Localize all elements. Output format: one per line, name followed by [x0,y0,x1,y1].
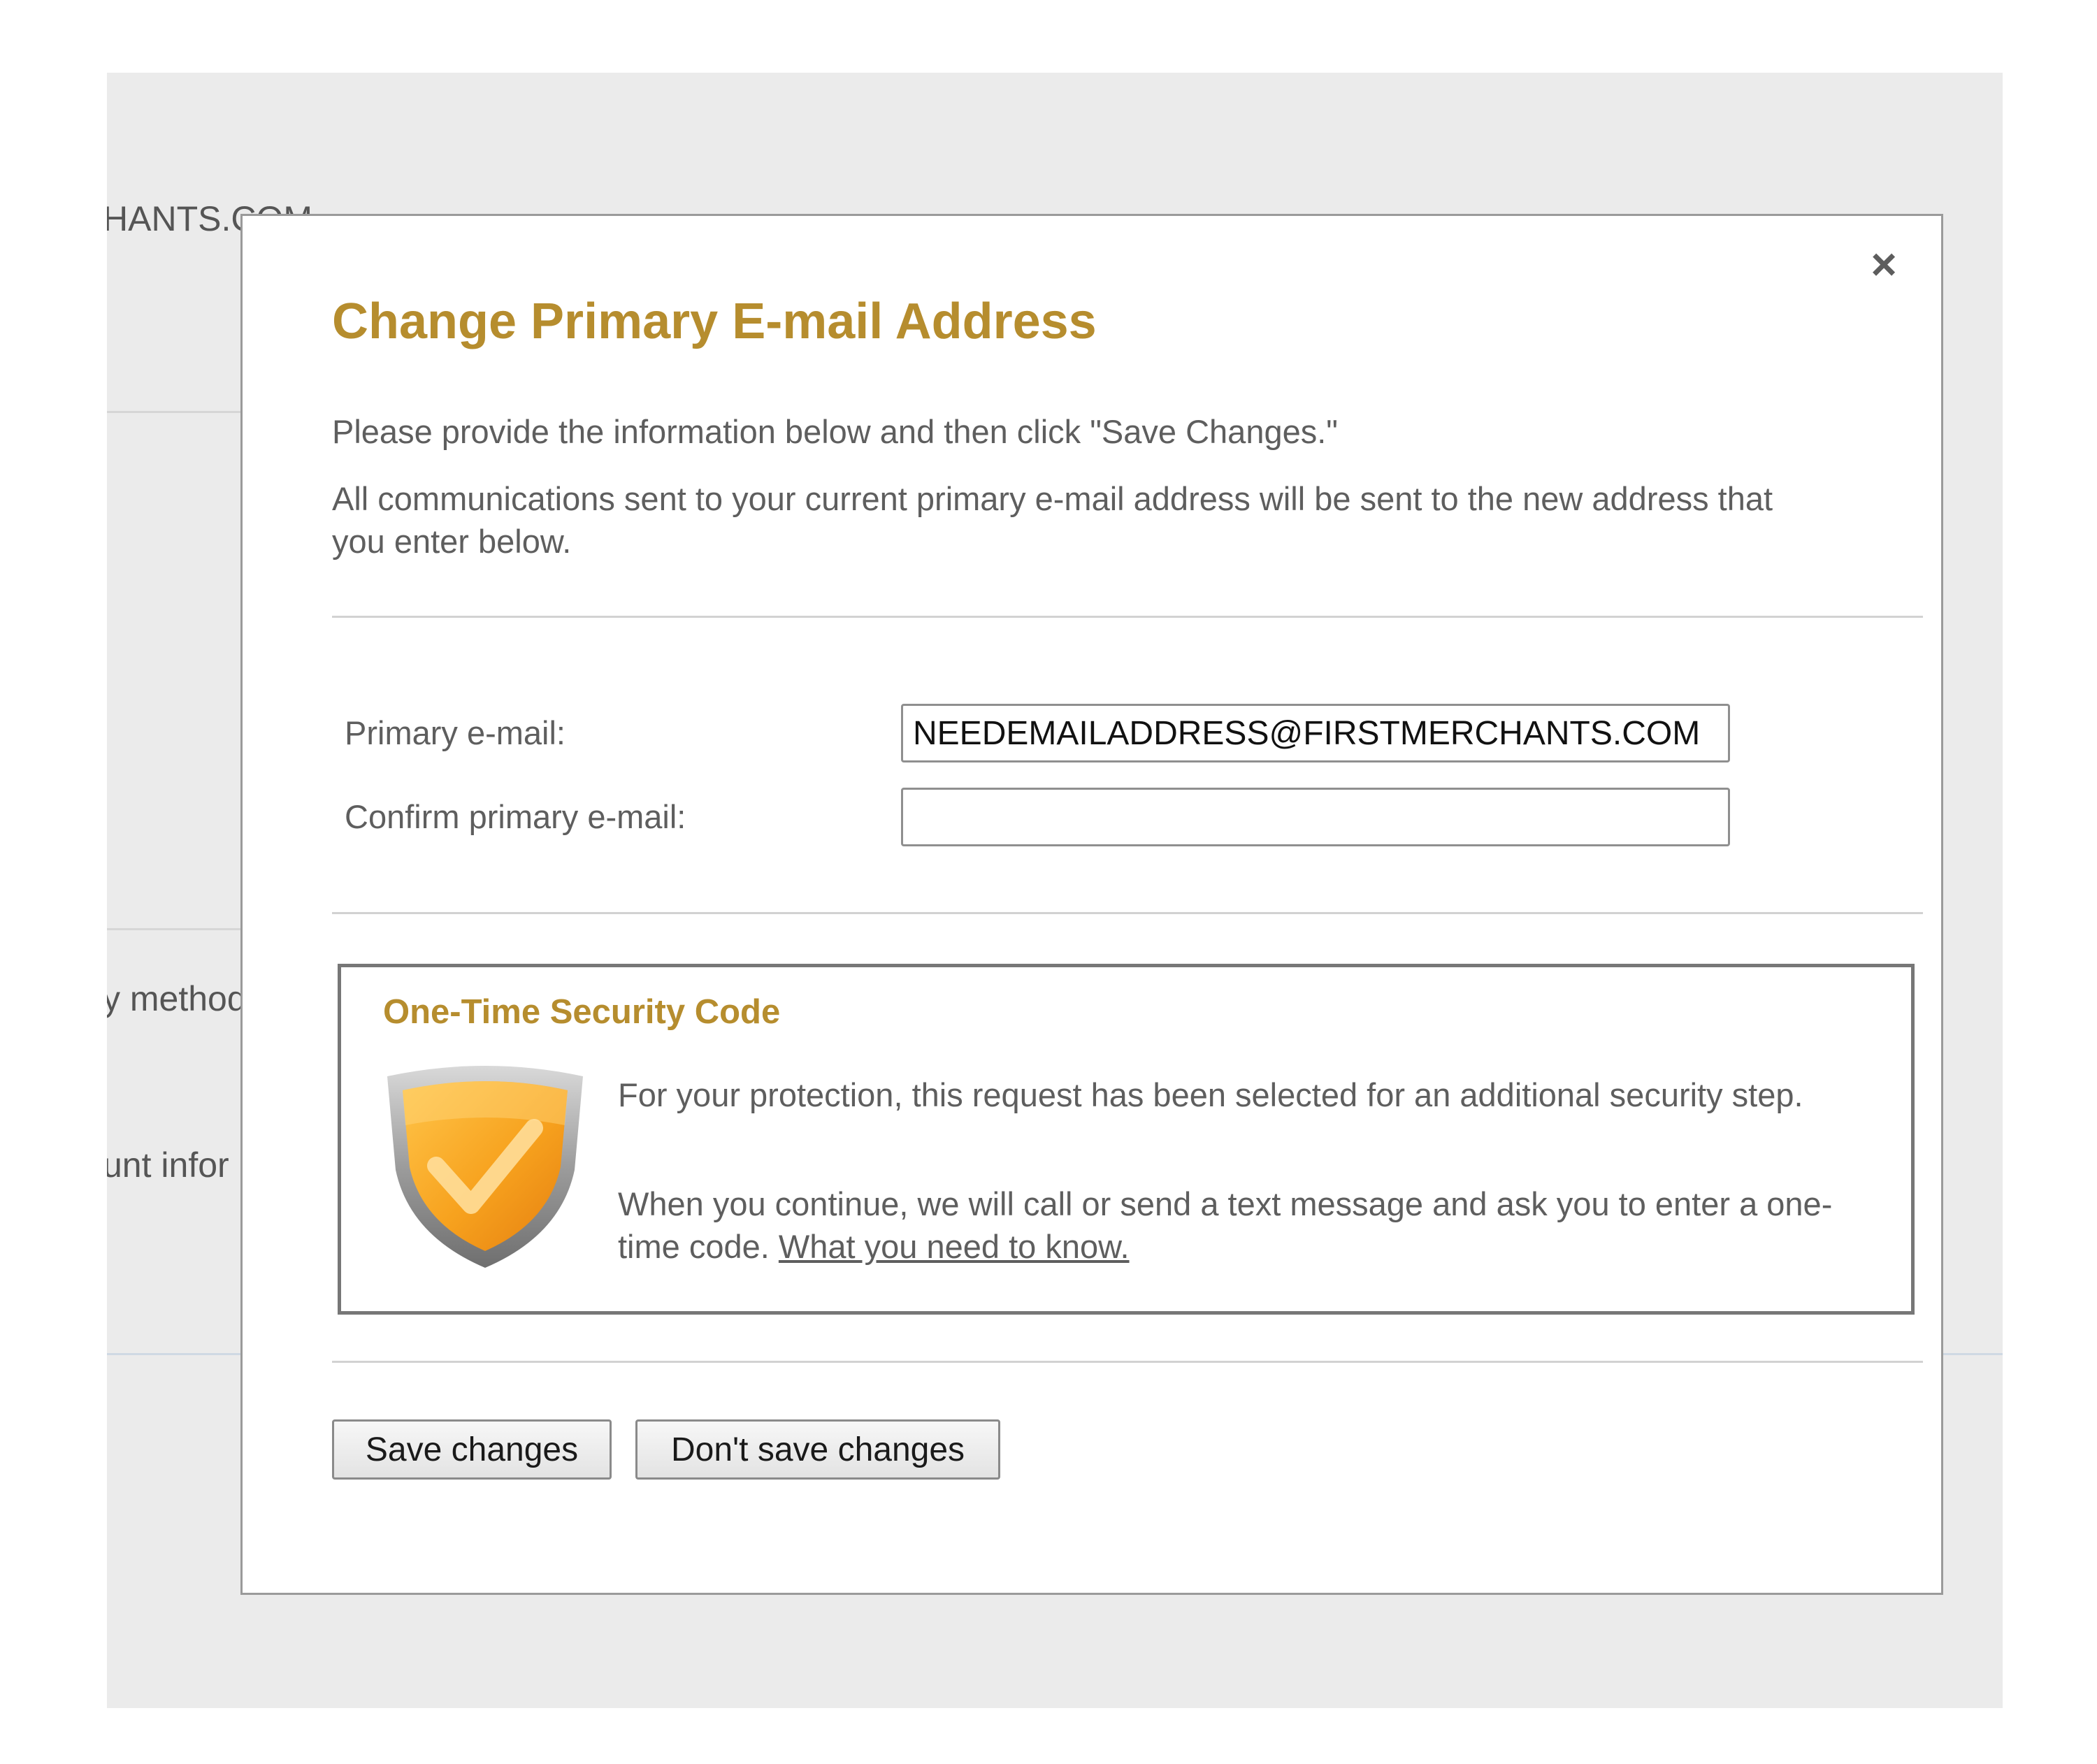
security-notice-text: For your protection, this request has be… [618,1076,1803,1113]
close-button[interactable]: × [1863,240,1905,289]
change-email-dialog: × Change Primary E-mail Address Please p… [240,214,1943,1595]
security-instructions: When you continue, we will call or send … [618,1183,1876,1268]
notice-text: All communications sent to your current … [332,480,1773,560]
divider [332,616,1923,618]
dont-save-changes-button[interactable]: Don't save changes [635,1419,1000,1480]
primary-email-label: Primary e-mail: [345,714,565,751]
close-icon[interactable]: × [1871,239,1896,289]
shield-check-icon [387,1066,583,1268]
divider [332,1361,1923,1363]
primary-email-input[interactable] [901,704,1730,762]
save-changes-button[interactable]: Save changes [332,1419,612,1480]
security-code-title: One-Time Security Code [383,993,781,1031]
background-divider [107,928,254,930]
background-method-text: y method [107,979,247,1018]
background-account-text: unt infor [107,1145,229,1185]
background-divider [107,411,254,413]
intro-text: Please provide the information below and… [332,413,1338,450]
dialog-title: Change Primary E-mail Address [332,294,1097,349]
what-you-need-to-know-link[interactable]: What you need to know. [779,1228,1130,1265]
security-code-panel: One-Time Security Code For your protecti [338,964,1915,1315]
confirm-email-input[interactable] [901,788,1730,846]
confirm-email-label: Confirm primary e-mail: [345,798,686,835]
divider [332,912,1923,914]
